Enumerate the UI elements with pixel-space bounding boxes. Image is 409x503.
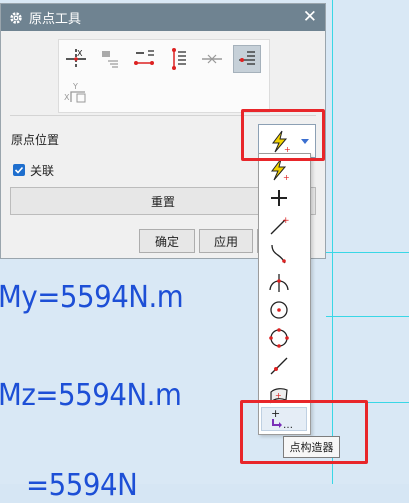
highlight-box-point-constructor: [240, 400, 368, 464]
move-to-origin-button[interactable]: [96, 45, 124, 73]
origin-position-label: 原点位置: [11, 133, 60, 147]
arc-center-icon: [269, 328, 289, 348]
svg-text:X: X: [64, 93, 70, 102]
dynamic-origin-icon: X: [66, 49, 86, 69]
list-item-intersection-point[interactable]: [263, 297, 295, 323]
list-item-cursor-location[interactable]: [263, 185, 295, 211]
moment-label-y: My=5594N.m: [0, 280, 184, 315]
guide-line: [326, 252, 409, 253]
check-icon: [14, 166, 24, 174]
list-item-existing-point[interactable]: +: [263, 213, 295, 239]
list-item-control-point[interactable]: [263, 269, 295, 295]
end-point-icon: [271, 244, 286, 264]
dialog-titlebar[interactable]: 原点工具 ✕: [1, 4, 325, 31]
list-item-point-on-curve[interactable]: [263, 353, 295, 379]
origin-position-list: + + + + …: [258, 153, 311, 435]
svg-text:X: X: [77, 49, 83, 58]
associative-checkbox[interactable]: [13, 164, 25, 176]
moment-label-partial: =5594N: [26, 468, 138, 503]
associative-label: 关联: [30, 164, 55, 178]
align-vertical-button[interactable]: [164, 45, 192, 73]
moment-label-z: Mz=5594N.m: [0, 378, 182, 413]
svg-text:+: +: [282, 216, 290, 226]
align-horizontal-icon: [134, 50, 154, 65]
move-to-origin-icon: [102, 51, 118, 68]
ok-button[interactable]: 确定: [139, 229, 195, 253]
attach-origin-button[interactable]: [233, 45, 261, 73]
svg-text:+: +: [275, 391, 282, 400]
point-on-curve-icon: [270, 357, 288, 375]
dialog-title: 原点工具: [29, 12, 82, 27]
apply-button[interactable]: 应用: [199, 229, 253, 253]
svg-text:Y: Y: [72, 82, 78, 91]
alternate-origin-icon: X Y: [64, 82, 86, 103]
list-item-arc-center[interactable]: [263, 325, 295, 351]
highlight-box-dropdown: [241, 109, 325, 161]
tool-panel: X X Y: [58, 39, 270, 113]
close-button[interactable]: ✕: [303, 7, 317, 27]
dynamic-origin-button[interactable]: X: [62, 45, 90, 73]
align-horizontal-button[interactable]: [130, 45, 158, 73]
control-point-icon: [269, 274, 289, 292]
attach-origin-icon: [239, 51, 255, 65]
svg-text:+: +: [283, 173, 290, 182]
align-vertical-icon: [172, 48, 186, 70]
inferred-point-icon: +: [271, 158, 290, 182]
point-on-line-button[interactable]: [198, 45, 226, 73]
gear-icon: [10, 11, 22, 24]
guide-line: [326, 316, 409, 317]
point-on-line-icon: [202, 54, 222, 64]
cursor-location-icon: [271, 190, 287, 206]
intersection-point-icon: [270, 301, 288, 319]
alternate-origin-button[interactable]: X Y: [62, 79, 90, 107]
existing-point-icon: +: [270, 216, 290, 235]
list-item-end-point[interactable]: [263, 241, 295, 267]
